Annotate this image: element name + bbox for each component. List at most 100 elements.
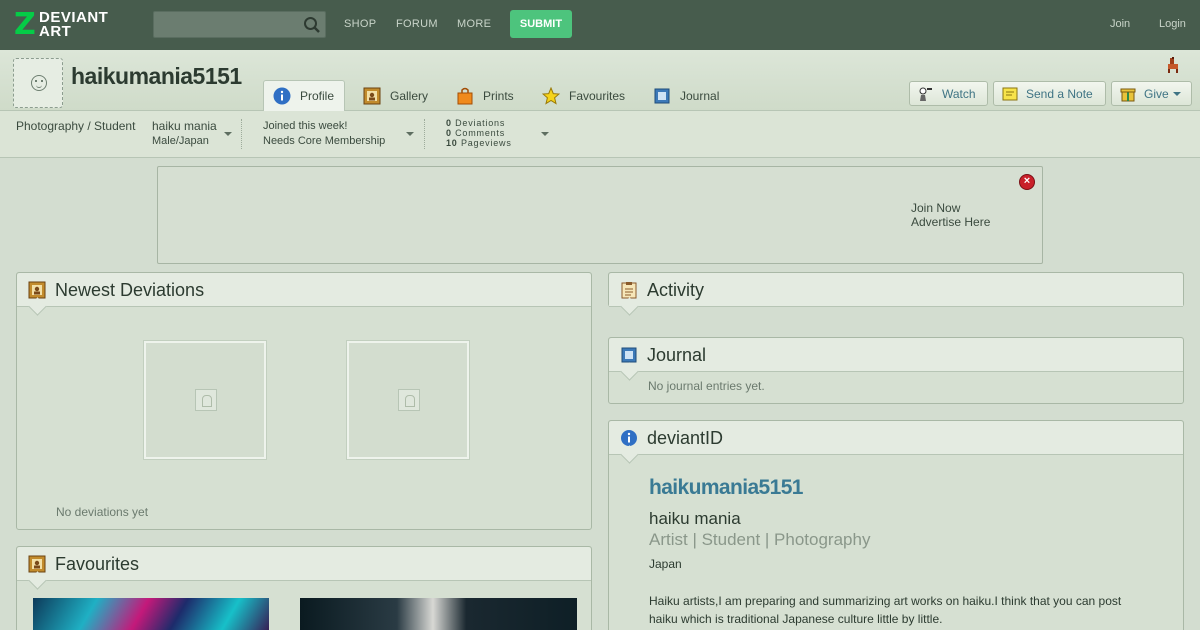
profile-header: haikumania5151 Profile Gallery Prints Fa… xyxy=(0,50,1200,111)
deviantart-logo[interactable]: Z DEVIANT ART xyxy=(14,10,131,40)
activity-panel: Activity xyxy=(608,272,1184,307)
tab-profile[interactable]: Profile xyxy=(263,80,345,111)
tab-favourites[interactable]: Favourites xyxy=(533,80,634,111)
tab-prints[interactable]: Prints xyxy=(447,80,523,111)
tab-label: Gallery xyxy=(390,88,429,103)
deviantid-real-name: haiku mania xyxy=(649,509,741,528)
stat-deviations: 0 Deviations xyxy=(446,118,505,128)
tab-label: Prints xyxy=(483,88,514,103)
nav-shop[interactable]: SHOP xyxy=(344,18,376,30)
panel-header: deviantID xyxy=(609,421,1183,455)
watch-icon xyxy=(919,87,932,101)
chevron-down-icon[interactable] xyxy=(224,132,232,136)
profile-info-strip: Photography / Student haiku mania Male/J… xyxy=(0,111,1200,158)
send-note-button[interactable]: Send a Note xyxy=(993,81,1106,106)
llama-icon[interactable] xyxy=(1164,56,1182,74)
give-label: Give xyxy=(1144,86,1169,101)
placeholder-image-icon xyxy=(398,389,420,411)
stat-comments: 0 Comments xyxy=(446,128,505,138)
user-category: Photography / Student xyxy=(16,119,136,133)
favourite-thumbnail[interactable] xyxy=(300,598,577,630)
chevron-down-icon[interactable] xyxy=(541,132,549,136)
logo-text: DEVIANT ART xyxy=(39,10,131,40)
gallery-icon xyxy=(28,281,46,299)
deviation-thumbnail[interactable] xyxy=(347,341,469,459)
panel-title[interactable]: Journal xyxy=(647,345,706,366)
gift-icon xyxy=(1120,88,1136,101)
note-icon xyxy=(1002,87,1018,100)
login-link[interactable]: Login xyxy=(1159,18,1186,30)
journal-icon xyxy=(654,88,670,103)
tab-gallery[interactable]: Gallery xyxy=(354,80,437,111)
journal-panel: Journal No journal entries yet. xyxy=(608,337,1184,404)
stat-count: 0 xyxy=(446,128,452,138)
submit-button[interactable]: SUBMIT xyxy=(510,10,572,38)
favourites-panel: Favourites xyxy=(16,546,592,630)
tab-label: Favourites xyxy=(569,88,626,103)
prints-icon xyxy=(457,87,473,104)
give-button[interactable]: Give xyxy=(1111,81,1192,106)
stat-label: Deviations xyxy=(455,118,506,128)
chevron-down-icon xyxy=(1172,91,1181,96)
advertisement: × Join Now Advertise Here xyxy=(157,166,1043,264)
deviantid-tagline: Artist | Student | Photography xyxy=(649,530,871,549)
join-now-link[interactable]: Join Now xyxy=(911,201,990,215)
panel-header: Favourites xyxy=(17,547,591,581)
search-input[interactable] xyxy=(153,11,326,38)
join-link[interactable]: Join xyxy=(1110,18,1130,30)
divider xyxy=(424,119,425,149)
info-icon xyxy=(273,87,291,105)
user-demographic: Male/Japan xyxy=(152,135,209,147)
chevron-down-icon[interactable] xyxy=(406,132,414,136)
panel-header: Activity xyxy=(609,273,1183,307)
newest-deviations-panel: Newest Deviations No deviations yet xyxy=(16,272,592,530)
gallery-icon xyxy=(28,555,46,573)
empty-state-text: No journal entries yet. xyxy=(648,379,765,393)
tab-journal[interactable]: Journal xyxy=(644,80,728,111)
star-icon xyxy=(542,86,560,105)
stat-label: Comments xyxy=(455,128,506,138)
deviation-thumbnail[interactable] xyxy=(144,341,266,459)
watch-button[interactable]: Watch xyxy=(909,81,988,106)
panel-title: deviantID xyxy=(647,428,724,448)
stat-count: 0 xyxy=(446,118,452,128)
divider xyxy=(241,119,242,149)
panel-title[interactable]: Favourites xyxy=(55,554,139,575)
joined-text: Joined this week! xyxy=(263,120,348,132)
nav-forum[interactable]: FORUM xyxy=(396,18,438,30)
stat-pageviews: 10 Pageviews xyxy=(446,138,512,148)
deviantid-bio: Haiku artists,I am preparing and summari… xyxy=(649,594,1122,626)
panel-title[interactable]: Activity xyxy=(647,280,704,301)
empty-state-text: No deviations yet xyxy=(56,505,149,519)
avatar[interactable] xyxy=(13,58,63,108)
watch-label: Watch xyxy=(942,86,976,101)
close-icon[interactable]: × xyxy=(1019,174,1035,190)
placeholder-image-icon xyxy=(195,389,217,411)
user-name: haiku mania xyxy=(152,119,217,133)
ad-links: Join Now Advertise Here xyxy=(911,201,990,229)
search-icon[interactable] xyxy=(303,16,321,34)
stat-label: Pageviews xyxy=(460,138,512,148)
journal-icon xyxy=(621,347,637,363)
nav-more[interactable]: MORE xyxy=(457,18,491,30)
deviantart-logo-icon: Z xyxy=(14,7,36,42)
tab-label: Journal xyxy=(680,88,720,103)
panel-header: Journal xyxy=(609,338,1183,372)
clipboard-icon xyxy=(621,282,637,299)
top-bar: Z DEVIANT ART SHOP FORUM MORE SUBMIT Joi… xyxy=(0,0,1200,50)
panel-title[interactable]: Newest Deviations xyxy=(55,280,204,301)
info-icon xyxy=(621,430,637,446)
tab-label: Profile xyxy=(300,89,335,103)
logo-text-line2: ART xyxy=(39,23,72,40)
deviantid-username[interactable]: haikumania5151 xyxy=(649,476,803,500)
panel-header: Newest Deviations xyxy=(17,273,591,307)
default-avatar-icon xyxy=(31,75,47,91)
send-note-label: Send a Note xyxy=(1026,86,1093,101)
deviantid-panel: deviantID haikumania5151 haiku mania Art… xyxy=(608,420,1184,630)
profile-username[interactable]: haikumania5151 xyxy=(71,63,242,90)
stat-count: 10 xyxy=(446,138,458,148)
advertise-here-link[interactable]: Advertise Here xyxy=(911,215,990,229)
favourite-thumbnail[interactable] xyxy=(33,598,269,630)
gallery-icon xyxy=(363,87,381,104)
membership-text: Needs Core Membership xyxy=(263,135,386,147)
